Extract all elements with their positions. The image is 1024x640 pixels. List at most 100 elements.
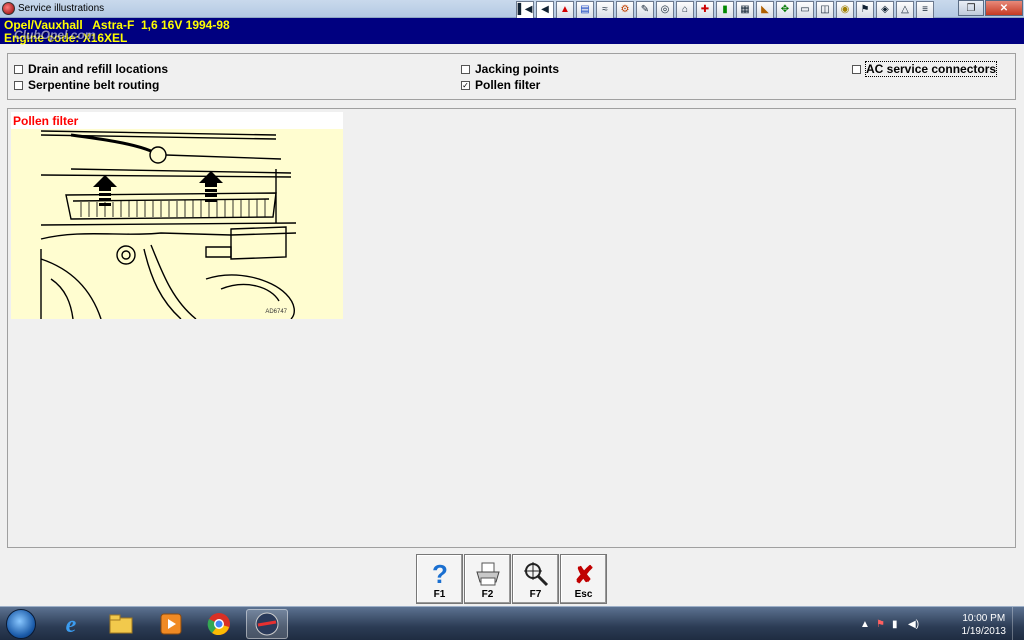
f1-help-button[interactable]: ? F1 <box>416 554 463 604</box>
taskbar-opel-app[interactable] <box>246 609 288 639</box>
svg-text:✘: ✘ <box>573 562 593 588</box>
pollen-filter-illustration[interactable]: Pollen filter AD6747 <box>11 112 343 320</box>
service-button[interactable]: ⚑ <box>856 1 874 19</box>
esc-label: Esc <box>574 589 593 600</box>
function-key-bar: ? F1 F2 F7 ✘ Esc <box>0 552 1024 606</box>
clock-date: 1/19/2013 <box>961 626 1007 637</box>
info-icon: ▤ <box>580 4 590 15</box>
clock-time: 10:00 PM <box>962 613 1006 624</box>
option-label: Pollen filter <box>475 78 541 92</box>
f7-zoom-button[interactable]: F7 <box>512 554 559 604</box>
f7-label: F7 <box>529 589 542 600</box>
show-desktop-button[interactable] <box>1012 607 1024 640</box>
illustration-caption: Pollen filter <box>13 114 79 128</box>
timing-icon: ◎ <box>660 4 670 15</box>
engine-icon: ⚙ <box>620 4 630 15</box>
option-ac-service-connectors[interactable]: AC service connectors <box>852 61 998 77</box>
seat-button[interactable]: ◣ <box>756 1 774 19</box>
help-icon: ? <box>417 560 462 588</box>
svg-text:?: ? <box>432 560 448 588</box>
illustration-area: Pollen filter AD6747 <box>7 108 1016 548</box>
engine-button[interactable]: ⚙ <box>616 1 634 19</box>
sensor-icon: △ <box>901 4 909 15</box>
restore-button[interactable]: ❐ <box>958 0 984 16</box>
pollen-filter-drawing: AD6747 <box>11 129 343 320</box>
notes-icon: ≡ <box>922 4 928 15</box>
action-center-icon[interactable]: ⚑ <box>876 619 885 630</box>
network-icon[interactable]: ▮ <box>892 619 898 630</box>
option-label: Drain and refill locations <box>28 62 169 76</box>
car-icon: ◫ <box>820 4 830 15</box>
wrench-button[interactable]: ✎ <box>636 1 654 19</box>
lift-icon: ▭ <box>800 4 810 15</box>
f2-label: F2 <box>481 589 494 600</box>
taskbar-chrome[interactable] <box>198 609 240 639</box>
warning-icon: ▲ <box>560 4 570 15</box>
taskbar-media-player[interactable] <box>150 609 192 639</box>
warning-button[interactable]: ▲ <box>556 1 574 19</box>
system-tray: ▲ ⚑ ▮ ◀) 10:00 PM 1/19/2013 <box>854 607 1024 640</box>
diagnostics-icon: ⌂ <box>681 4 689 15</box>
lift-button[interactable]: ▭ <box>796 1 814 19</box>
tools-button[interactable]: ✚ <box>696 1 714 19</box>
battery-button[interactable]: ▮ <box>716 1 734 19</box>
illustration-ref-code: AD6747 <box>265 309 287 315</box>
gearbox-button[interactable]: ✥ <box>776 1 794 19</box>
checkbox-pollen-filter[interactable]: ✓ <box>461 80 470 90</box>
wiring-button[interactable]: ≈ <box>596 1 614 19</box>
chart-button[interactable]: ▦ <box>736 1 754 19</box>
option-serpentine-belt[interactable]: Serpentine belt routing <box>14 78 159 92</box>
checkbox-jacking-points[interactable] <box>461 64 470 74</box>
service-icon: ⚑ <box>860 4 870 15</box>
print-icon <box>465 560 510 588</box>
wiring-icon: ≈ <box>602 4 608 15</box>
battery-icon: ▮ <box>722 4 728 15</box>
restore-icon: ❐ <box>966 2 976 14</box>
seat-icon: ◣ <box>761 4 769 15</box>
option-jacking-points[interactable]: Jacking points <box>461 62 559 76</box>
f1-label: F1 <box>433 589 446 600</box>
taskbar-internet-explorer[interactable]: e <box>50 609 92 639</box>
taskbar-file-explorer[interactable] <box>100 609 142 639</box>
notes-button[interactable]: ≡ <box>916 1 934 19</box>
close-icon: ✕ <box>999 2 1009 14</box>
esc-close-button[interactable]: ✘ Esc <box>560 554 607 604</box>
taskbar: e ▲ ⚑ ▮ ◀) 10:00 PM 1/19/2013 <box>0 606 1024 640</box>
show-hidden-icons-icon[interactable]: ▲ <box>860 619 870 630</box>
start-button[interactable] <box>6 609 36 639</box>
svg-text:e: e <box>66 612 77 637</box>
watermark: ClubOpel.com <box>14 28 96 42</box>
tools-icon: ✚ <box>700 4 710 15</box>
title-bar: Service illustrations ▌◀ ◀ ▲ ▤ ≈ ⚙ ✎ ◎ ⌂… <box>0 0 1024 19</box>
diagnostics-button[interactable]: ⌂ <box>676 1 694 19</box>
checkbox-ac-service-connectors[interactable] <box>852 64 861 74</box>
window-title: Service illustrations <box>18 3 105 14</box>
zoom-icon <box>513 560 558 588</box>
clock[interactable]: 10:00 PM 1/19/2013 <box>962 612 1007 638</box>
f2-print-button[interactable]: F2 <box>464 554 511 604</box>
checkbox-serpentine-belt[interactable] <box>14 80 23 90</box>
checkbox-drain-refill[interactable] <box>14 64 23 74</box>
previous-page-button[interactable]: ◀ <box>536 1 554 19</box>
gearbox-icon: ✥ <box>780 4 790 15</box>
car-button[interactable]: ◫ <box>816 1 834 19</box>
volume-icon[interactable]: ◀) <box>908 619 919 630</box>
oil-icon: ◉ <box>840 4 850 15</box>
illustration-options-panel: Drain and refill locations Serpentine be… <box>7 53 1016 100</box>
top-toolbar: ▌◀ ◀ ▲ ▤ ≈ ⚙ ✎ ◎ ⌂ ✚ ▮ ▦ ◣ ✥ ▭ ◫ ◉ ⚑ ◈ △… <box>516 1 934 19</box>
chart-icon: ▦ <box>740 4 750 15</box>
info-button[interactable]: ▤ <box>576 1 594 19</box>
camera-icon: ◈ <box>881 4 889 15</box>
vehicle-variant: 1,6 16V 1994-98 <box>140 18 230 32</box>
sensor-button[interactable]: △ <box>896 1 914 19</box>
chrome-icon <box>207 613 230 636</box>
close-window-button[interactable]: ✕ <box>985 0 1023 16</box>
camera-button[interactable]: ◈ <box>876 1 894 19</box>
option-pollen-filter[interactable]: ✓ Pollen filter <box>461 78 540 92</box>
vehicle-header: Opel/Vauxhall Astra-F 1,6 16V 1994-98 En… <box>0 18 1024 45</box>
option-drain-refill[interactable]: Drain and refill locations <box>14 62 168 76</box>
timing-button[interactable]: ◎ <box>656 1 674 19</box>
first-page-button[interactable]: ▌◀ <box>516 1 534 19</box>
option-label: Jacking points <box>475 62 560 76</box>
oil-button[interactable]: ◉ <box>836 1 854 19</box>
